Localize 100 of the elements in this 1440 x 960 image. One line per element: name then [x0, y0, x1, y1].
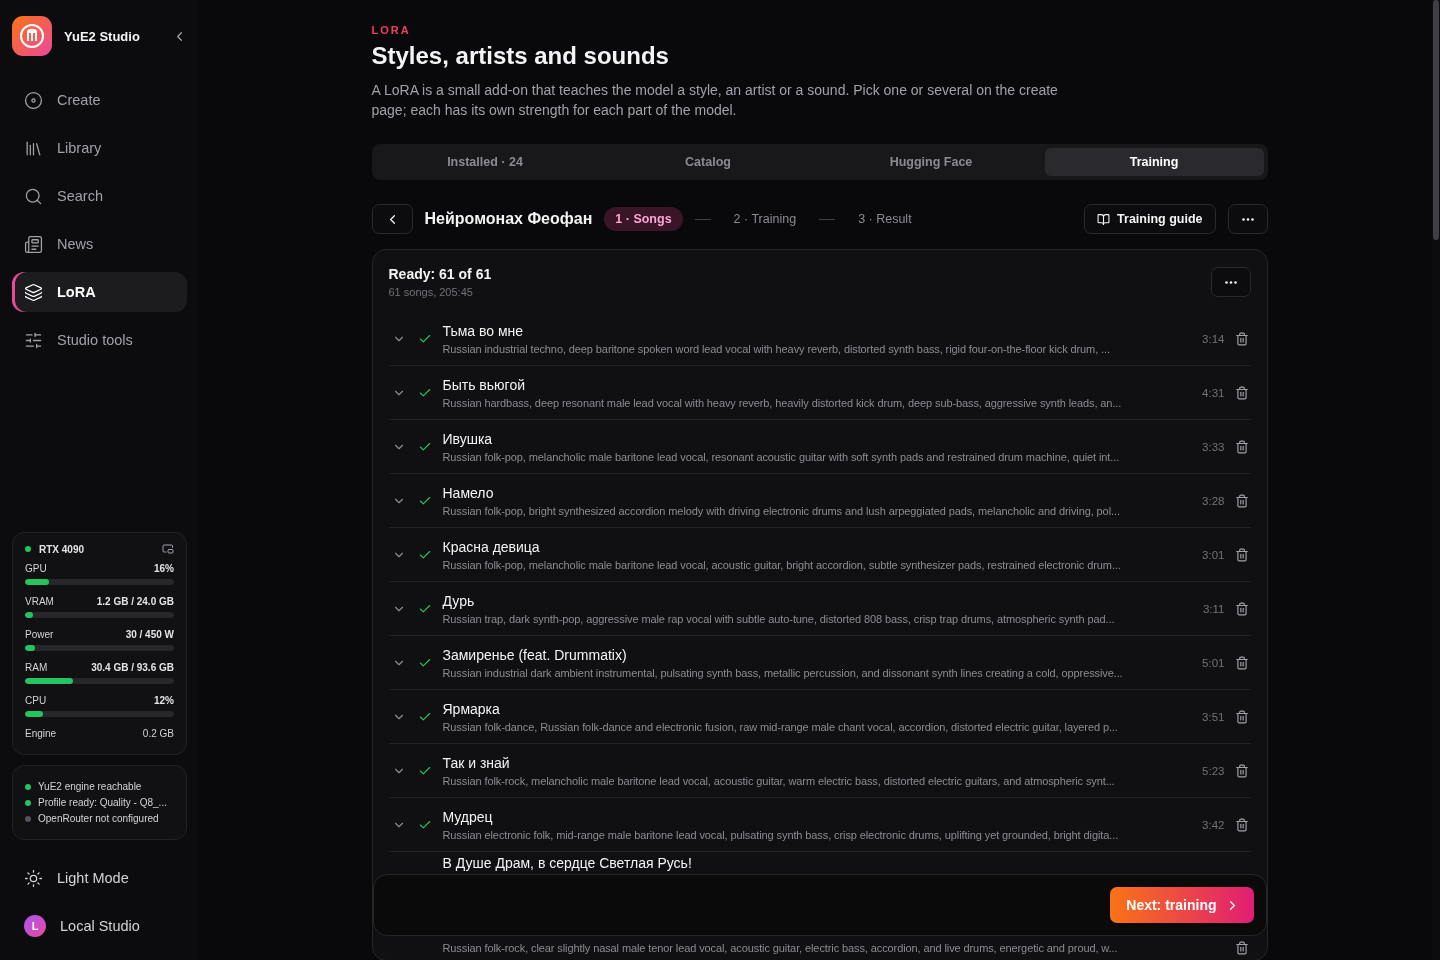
song-description: Russian trap, dark synth-pop, aggressive male rap vocal with subtle auto-tune, distorted 808 bass, crisp trap drums, atmospheric synth pad... — [442, 612, 1116, 625]
card-subtitle: 61 songs, 205:45 — [388, 286, 474, 298]
delete-button[interactable] — [1234, 547, 1249, 562]
song-title: Ивушка — [442, 430, 494, 447]
song-description: Russian folk-pop, melancholic male baritone lead vocal, resonant acoustic guitar with soft synth pads and restrained drum machine, quiet int... — [442, 450, 1121, 463]
page-eyebrow: LORA — [371, 24, 412, 36]
nav-item[interactable]: Library — [12, 128, 187, 168]
song-description: Russian folk-pop, bright synthesized accordion melody with driving electronic drums and lush arpeggiated pads, melancholic and driving, pol... — [442, 504, 1121, 517]
song-title: Ярмарка — [442, 700, 501, 717]
delete-button[interactable] — [1234, 941, 1249, 955]
song-duration: 5:23 — [1201, 764, 1225, 777]
delete-button[interactable] — [1234, 439, 1249, 454]
gpu-name: RTX 4090 — [39, 543, 86, 555]
tab[interactable]: Hugging Face — [821, 148, 1041, 176]
meter-reading: 12% — [154, 695, 174, 706]
delete-button[interactable] — [1234, 493, 1249, 508]
song-row[interactable]: Тьма во мне Russian industrial techno, deep baritone spoken word lead vocal with heavy reverb, distorted synth bass, rigid four-on-the-floor kick drum, ... 3:14 — [388, 312, 1251, 366]
nav-item[interactable]: Search — [12, 176, 187, 216]
status-text: YuE2 engine reachable — [38, 781, 142, 792]
song-duration: 3:11 — [1201, 602, 1225, 615]
next-button[interactable]: Next: training — [1110, 887, 1254, 923]
song-row[interactable]: Быть вьюгой Russian hardbass, deep resonant male lead vocal with heavy reverb, heavily distorted kick drum, deep sub-bass, aggressive synth leads, an... 4:31 — [388, 366, 1251, 420]
nav-item[interactable]: News — [12, 224, 187, 264]
meter-label: CPU — [25, 695, 47, 706]
song-row[interactable]: Красна девица Russian folk-pop, melancholic male baritone lead vocal, acoustic guitar, bright accordion, subtle synthesizer pads, restrained electronic drum... 3:01 — [388, 528, 1251, 582]
step-label: 3 · Result — [857, 211, 913, 228]
pip-button[interactable] — [162, 543, 174, 555]
delete-button[interactable] — [1234, 763, 1249, 778]
tab[interactable]: Training — [1044, 148, 1264, 176]
song-row[interactable]: Замиренье (feat. Drummatix) Russian industrial dark ambient instrumental, pulsating synth bass, metallic percussion, and dissonant synth lines creating a cold, oppressive... 5:01 — [388, 636, 1251, 690]
song-title: Так и знай — [442, 754, 511, 771]
meter-label: RAM — [25, 662, 48, 673]
song-row[interactable]: Ярмарка Russian folk-dance, Russian folk-dance and electronic fusion, raw mid-range male chant vocal, accordion, distorted electric guitar, layered p... 3:51 — [388, 690, 1251, 744]
song-description: Russian industrial dark ambient instrumental, pulsating synth bass, metallic percussion, and dissonant synth lines creating a cold, oppressive... — [442, 666, 1124, 679]
song-title: Красна девица — [442, 538, 541, 555]
song-duration: 3:42 — [1201, 818, 1225, 831]
song-duration: 3:28 — [1201, 494, 1225, 507]
project-name: Нейромонах Феофан — [424, 210, 593, 228]
song-title: Быть вьюгой — [442, 376, 526, 393]
song-row[interactable]: Мудрец Russian electronic folk, mid-range male baritone lead vocal, pulsating synth bass, crisp electronic drums, uplifting yet grounded, bright digita... 3:42 — [388, 798, 1251, 852]
meter-reading: 0.2 GB — [142, 728, 174, 739]
song-description: Russian folk-dance, Russian folk-dance and electronic fusion, raw mid-range male chant vocal, accordion, distorted electric guitar, layered p... — [442, 720, 1119, 733]
song-row[interactable]: Ивушка Russian folk-pop, melancholic male baritone lead vocal, resonant acoustic guitar with soft synth pads and restrained drum machine, quiet int... 3:33 — [388, 420, 1251, 474]
tab[interactable]: Catalog — [598, 148, 818, 176]
delete-button[interactable] — [1234, 817, 1249, 832]
search-icon — [24, 186, 43, 206]
song-title: Тьма во мне — [442, 322, 525, 339]
book-icon — [1097, 212, 1111, 226]
meter-reading: 16% — [154, 563, 174, 574]
app-name: YuE2 Studio — [64, 28, 141, 44]
theme-toggle[interactable]: Light Mode — [12, 858, 187, 898]
song-duration: 4:31 — [1201, 386, 1225, 399]
sun-icon — [24, 868, 43, 888]
disc-icon — [24, 90, 43, 110]
card-title: Ready: 61 of 61 — [388, 266, 492, 282]
song-title: Дурь — [442, 592, 476, 609]
song-duration: 3:51 — [1201, 710, 1225, 723]
more-icon — [1241, 217, 1254, 221]
song-description: Russian industrial techno, deep baritone spoken word lead vocal with heavy reverb, distorted synth bass, rigid four-on-the-floor kick drum, ... — [442, 342, 1111, 355]
newspaper-icon — [24, 234, 43, 254]
more-icon — [1224, 280, 1237, 284]
nav-item[interactable]: Studio tools — [12, 320, 187, 360]
layers-icon — [24, 282, 43, 302]
meter-reading: 30.4 GB / 93.6 GB — [91, 662, 174, 673]
song-description: Russian electronic folk, mid-range male baritone lead vocal, pulsating synth bass, crisp electronic drums, uplifting yet grounded, bright digita... — [442, 828, 1120, 841]
user-menu[interactable]: L Local Studio — [12, 906, 187, 946]
delete-button[interactable] — [1234, 331, 1249, 346]
step-label: 1 · Songs — [604, 207, 683, 231]
song-description: Russian folk-pop, melancholic male baritone lead vocal, acoustic guitar, bright accordion, subtle synthesizer pads, restrained electronic drum... — [442, 558, 1122, 571]
song-row[interactable]: Так и знай Russian folk-rock, melancholic male baritone lead vocal, acoustic guitar, warm electric bass, distorted electric guitars, and atmospheric synt... 5:23 — [388, 744, 1251, 798]
meter-reading: 30 / 450 W — [125, 629, 174, 640]
song-description: Russian folk-rock, clear slightly nasal male tenor lead vocal, acoustic guitar, electric bass, accordion, and live drums, energetic and proud, w... — [442, 942, 1119, 954]
song-title: В Душе Драм, в сердце Светлая Русь! — [442, 855, 692, 871]
app-logo — [12, 16, 52, 56]
tab[interactable]: Installed · 24 — [375, 148, 595, 176]
meter-reading: 1.2 GB / 24.0 GB — [96, 596, 174, 607]
song-duration: 5:01 — [1201, 656, 1225, 669]
delete-button[interactable] — [1234, 601, 1249, 616]
song-row[interactable]: Намело Russian folk-pop, bright synthesized accordion melody with driving electronic drums and lush arpeggiated pads, melancholic and driving, pol... 3:28 — [388, 474, 1251, 528]
song-title: Замиренье (feat. Drummatix) — [442, 646, 628, 663]
song-description: Russian hardbass, deep resonant male lead vocal with heavy reverb, heavily distorted kick drum, deep sub-bass, aggressive synth leads, an... — [442, 396, 1123, 409]
nav-item[interactable]: Create — [12, 80, 187, 120]
song-duration: 3:01 — [1201, 548, 1225, 561]
delete-button[interactable] — [1234, 709, 1249, 724]
song-title: Намело — [442, 484, 495, 501]
meter-label: Power — [25, 629, 54, 640]
delete-button[interactable] — [1234, 385, 1249, 400]
meter-label: GPU — [25, 563, 47, 574]
song-title: Мудрец — [442, 808, 494, 825]
status-text: OpenRouter not configured — [38, 813, 159, 824]
song-description: Russian folk-rock, melancholic male baritone lead vocal, acoustic guitar, warm electric bass, distorted electric guitars, and atmospheric synt... — [442, 774, 1116, 787]
song-duration: 3:33 — [1201, 440, 1225, 453]
song-duration: 3:14 — [1201, 332, 1225, 345]
meter-label: VRAM — [25, 596, 54, 607]
step-label: 2 · Training — [732, 211, 798, 228]
training-guide-button[interactable]: Training guide — [1084, 204, 1216, 234]
delete-button[interactable] — [1234, 655, 1249, 670]
nav-item[interactable]: LoRA — [12, 272, 187, 312]
status-dot — [25, 546, 31, 552]
song-row[interactable]: Дурь Russian trap, dark synth-pop, aggressive male rap vocal with subtle auto-tune, distorted 808 bass, crisp trap drums, atmospheric synth pad... 3:11 — [388, 582, 1251, 636]
